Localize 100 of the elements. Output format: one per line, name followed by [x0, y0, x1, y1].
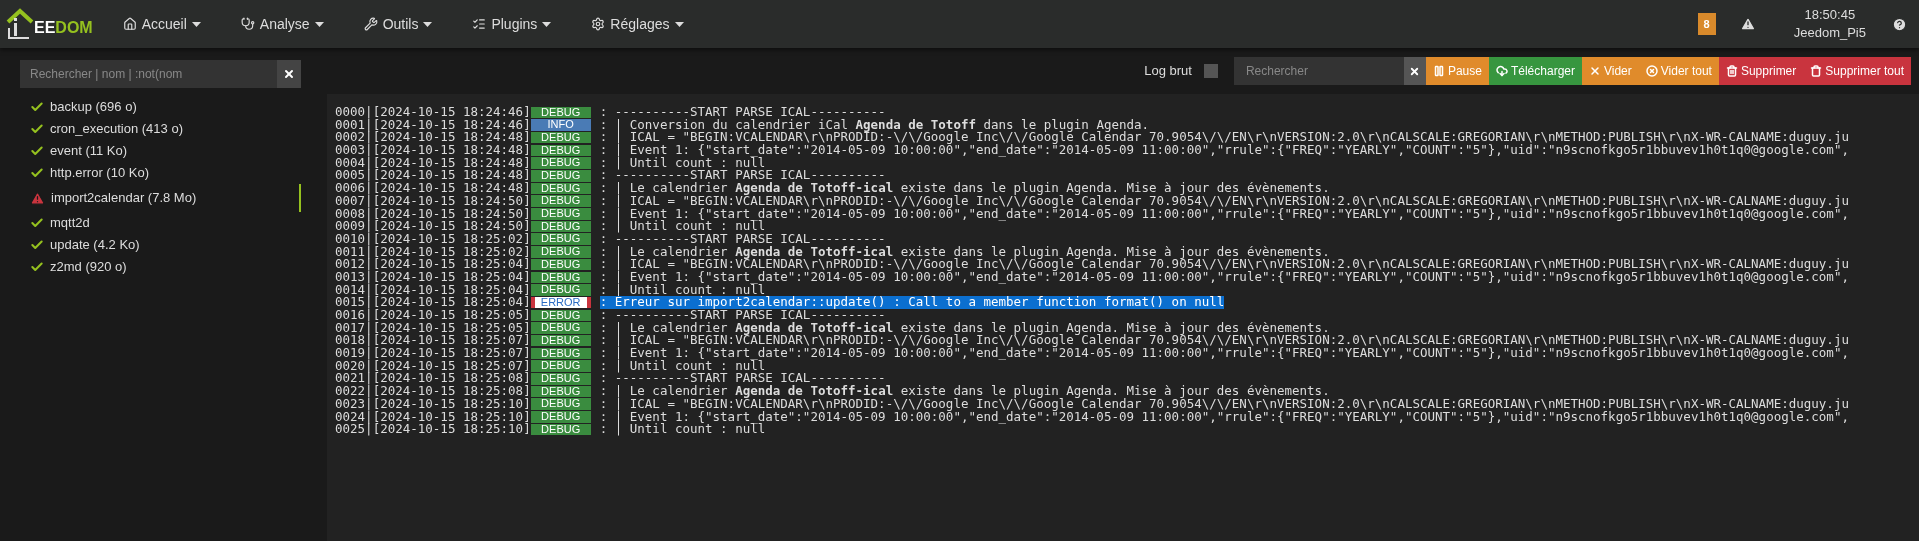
- help-icon[interactable]: [1892, 16, 1907, 32]
- level-badge: DEBUG: [530, 106, 591, 119]
- log-file-item[interactable]: backup (696 o): [20, 96, 301, 118]
- level-badge: DEBUG: [530, 347, 591, 360]
- wrench-icon: [363, 17, 378, 31]
- level-badge: DEBUG: [530, 423, 591, 436]
- log-file-item[interactable]: update (4.2 Ko): [20, 234, 301, 256]
- level-badge: DEBUG: [530, 220, 591, 233]
- level-badge: DEBUG: [530, 373, 591, 385]
- clock-time: 18:50:45: [1804, 6, 1856, 24]
- log-message: : ----------START PARSE ICAL----------: [599, 372, 886, 386]
- check-icon: [30, 100, 44, 114]
- log-file-name: update (4.2 Ko): [50, 236, 140, 255]
- menu-item[interactable]: Analyse: [230, 13, 334, 35]
- menu-item[interactable]: Réglages: [581, 13, 694, 35]
- log-message: : ----------START PARSE ICAL----------: [599, 309, 886, 322]
- log-search-field[interactable]: Rechercher: [1233, 57, 1404, 85]
- menu-item[interactable]: Plugins: [462, 13, 562, 35]
- raw-log-label: Log brut: [1144, 62, 1192, 81]
- log-timestamp: 0024|[2024-10-15 18:25:10]: [335, 410, 531, 424]
- cloud-download-icon: [1495, 65, 1508, 77]
- log-message: : | ICAL = "BEGIN:VCALENDAR\r\nPRODID:-\/\/Google Inc\/\/Google Calendar 70.9054\/\/EN\r\nVERSION:2.0\r\nCALSCALE:GREGORIAN\r\nMETHOD:PUBLISH\r\nX-WR-CALNAME:duguy.ju: [599, 334, 1849, 348]
- log-message: : | Until count : null: [599, 423, 766, 436]
- toolbar-button[interactable]: Supprimer: [1718, 57, 1804, 85]
- log-file-name: import2calendar (7.8 Mo): [51, 189, 197, 208]
- toolbar-button[interactable]: Télécharger: [1488, 57, 1582, 85]
- log-file-name: http.error (10 Ko): [50, 164, 149, 183]
- caret-icon: [423, 21, 433, 27]
- trash-icon: [1725, 65, 1738, 77]
- log-timestamp: 0023|[2024-10-15 18:25:10]: [335, 397, 531, 411]
- log-file-name: mqtt2d: [50, 214, 90, 233]
- log-timestamp: 0004|[2024-10-15 18:24:48]: [335, 156, 531, 170]
- level-badge: DEBUG: [530, 411, 591, 423]
- caret-icon: [674, 21, 684, 27]
- log-message: : | Le calendrier Agenda de Totoff-ical existe dans le plugin Agenda. Mise à jour des évènements.: [599, 321, 1330, 335]
- level-badge: DEBUG: [530, 246, 591, 258]
- log-timestamp: 0019|[2024-10-15 18:25:07]: [335, 347, 531, 360]
- log-timestamp: 0014|[2024-10-15 18:25:04]: [335, 283, 531, 297]
- log-message: : | Conversion du calendrier iCal Agenda de Totoff dans le plugin Agenda.: [599, 118, 1150, 132]
- level-badge: DEBUG: [530, 208, 591, 220]
- clear-search-button[interactable]: [277, 60, 301, 88]
- level-badge: DEBUG: [530, 360, 591, 372]
- clear-search-button[interactable]: [1403, 57, 1426, 85]
- pause-icon: [1432, 65, 1445, 77]
- log-message: : | Event 1: {"start_date":"2014-05-09 10:00:00","end_date":"2014-05-09 11:00:00","rrule":{"FREQ":"YEARLY","COUNT":"5"},"uid":"n9scnofkgo5r1bbuvev1h0t1q0@google.com",: [599, 270, 1849, 284]
- level-badge: DEBUG: [530, 284, 591, 296]
- sidebar-search-field[interactable]: Rechercher | nom | :not(nom: [20, 60, 277, 88]
- log-message: : | Event 1: {"start_date":"2014-05-09 10:00:00","end_date":"2014-05-09 11:00:00","rrule":{"FREQ":"YEARLY","COUNT":"5"},"uid":"n9scnofkgo5r1bbuvev1h0t1q0@google.com",: [599, 144, 1849, 157]
- log-message: : ----------START PARSE ICAL----------: [599, 232, 886, 246]
- menu-item[interactable]: Outils: [353, 13, 443, 35]
- log-file-item[interactable]: http.error (10 Ko): [20, 162, 301, 184]
- log-file-item[interactable]: z2md (920 o): [20, 256, 301, 278]
- close-icon: [283, 68, 295, 80]
- log-message: : | ICAL = "BEGIN:VCALENDAR\r\nPRODID:-\/\/Google Inc\/\/Google Calendar 70.9054\/\/EN\r\nVERSION:2.0\r\nCALSCALE:GREGORIAN\r\nMETHOD:PUBLISH\r\nX-WR-CALNAME:duguy.ju: [599, 131, 1849, 145]
- level-badge: DEBUG: [530, 309, 591, 322]
- log-timestamp: 0011|[2024-10-15 18:25:02]: [335, 245, 531, 259]
- menu-item[interactable]: Accueil: [112, 13, 211, 35]
- log-file-item[interactable]: import2calendar (7.8 Mo): [20, 184, 301, 212]
- logo[interactable]: EEDOM: [6, 8, 93, 40]
- log-timestamp: 0013|[2024-10-15 18:25:04]: [335, 270, 531, 284]
- log-file-item[interactable]: event (11 Ko): [20, 140, 301, 162]
- log-timestamp: 0007|[2024-10-15 18:24:50]: [335, 194, 531, 208]
- log-file-name: z2md (920 o): [50, 258, 127, 277]
- log-message: : ----------START PARSE ICAL----------: [599, 169, 886, 183]
- log-file-item[interactable]: cron_execution (413 o): [20, 118, 301, 140]
- close-icon: [1409, 65, 1421, 77]
- log-timestamp: 0002|[2024-10-15 18:24:48]: [335, 131, 531, 145]
- trash-icon: [1810, 65, 1823, 77]
- log-file-item[interactable]: mqtt2d: [20, 212, 301, 234]
- level-badge: DEBUG: [530, 258, 591, 271]
- log-message: : | Event 1: {"start_date":"2014-05-09 10:00:00","end_date":"2014-05-09 11:00:00","rrule":{"FREQ":"YEARLY","COUNT":"5"},"uid":"n9scnofkgo5r1bbuvev1h0t1q0@google.com",: [599, 410, 1849, 424]
- log-timestamp: 0005|[2024-10-15 18:24:48]: [335, 169, 531, 183]
- log-timestamp: 0016|[2024-10-15 18:25:05]: [335, 309, 531, 322]
- log-message: : | Event 1: {"start_date":"2014-05-09 10:00:00","end_date":"2014-05-09 11:00:00","rrule":{"FREQ":"YEARLY","COUNT":"5"},"uid":"n9scnofkgo5r1bbuvev1h0t1q0@google.com",: [599, 347, 1849, 360]
- log-message: : | Until count : null: [599, 283, 766, 297]
- caret-icon: [542, 21, 552, 27]
- log-file-name: event (11 Ko): [50, 142, 128, 161]
- level-badge: DEBUG: [530, 182, 591, 195]
- log-timestamp: 0010|[2024-10-15 18:25:02]: [335, 232, 531, 246]
- log-timestamp: 0020|[2024-10-15 18:25:07]: [335, 359, 531, 373]
- log-message: : | Until count : null: [599, 156, 766, 170]
- level-badge: DEBUG: [530, 385, 591, 398]
- log-message: : | ICAL = "BEGIN:VCALENDAR\r\nPRODID:-\/\/Google Inc\/\/Google Calendar 70.9054\/\/EN\r\nVERSION:2.0\r\nCALSCALE:GREGORIAN\r\nMETHOD:PUBLISH\r\nX-WR-CALNAME:duguy.ju: [599, 258, 1849, 271]
- log-message: : | Le calendrier Agenda de Totoff-ical existe dans le plugin Agenda. Mise à jour des évènements.: [599, 245, 1330, 259]
- raw-log-checkbox[interactable]: [1203, 64, 1218, 78]
- log-timestamp: 0025|[2024-10-15 18:25:10]: [335, 423, 531, 436]
- level-badge: DEBUG: [530, 322, 591, 334]
- check-icon: [30, 122, 44, 136]
- level-badge: DEBUG: [530, 131, 591, 144]
- warning-icon[interactable]: [1739, 16, 1756, 32]
- house-logo-icon: [6, 8, 34, 40]
- warning-icon: [30, 190, 45, 206]
- log-message: : | Until count : null: [599, 220, 766, 233]
- log-timestamp: 0003|[2024-10-15 18:24:48]: [335, 144, 531, 157]
- log-message: : | ICAL = "BEGIN:VCALENDAR\r\nPRODID:-\/\/Google Inc\/\/Google Calendar 70.9054\/\/EN\r\nVERSION:2.0\r\nCALSCALE:GREGORIAN\r\nMETHOD:PUBLISH\r\nX-WR-CALNAME:duguy.ju: [599, 194, 1849, 208]
- circle-x-icon: [1645, 65, 1658, 77]
- level-badge: DEBUG: [530, 144, 591, 157]
- toolbar-button[interactable]: Supprimer tout: [1803, 57, 1911, 85]
- stethoscope-icon: [240, 17, 255, 31]
- level-badge: DEBUG: [530, 195, 591, 207]
